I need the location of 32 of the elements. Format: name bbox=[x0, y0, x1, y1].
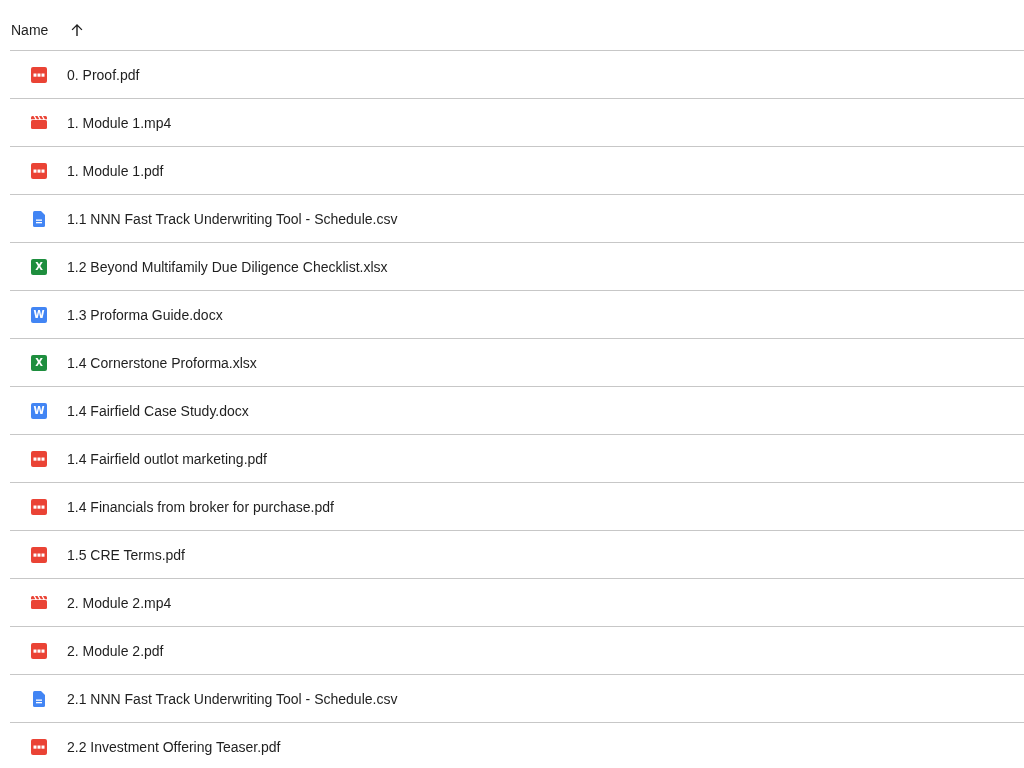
file-name[interactable]: 0. Proof.pdf bbox=[67, 65, 140, 84]
file-name[interactable]: 1.4 Fairfield Case Study.docx bbox=[67, 401, 249, 420]
spreadsheet-icon: X bbox=[31, 258, 47, 275]
document-icon bbox=[33, 210, 45, 227]
file-name[interactable]: 2.1 NNN Fast Track Underwriting Tool - Schedule.csv bbox=[67, 689, 398, 708]
file-name[interactable]: 1. Module 1.pdf bbox=[67, 161, 164, 180]
text-document-icon: W bbox=[31, 306, 47, 323]
file-name[interactable]: 1.2 Beyond Multifamily Due Diligence Checklist.xlsx bbox=[67, 257, 388, 276]
pdf-icon bbox=[31, 162, 47, 179]
file-name[interactable]: 1.1 NNN Fast Track Underwriting Tool - Schedule.csv bbox=[67, 209, 398, 228]
pdf-icon bbox=[31, 498, 47, 515]
file-name[interactable]: 2. Module 2.mp4 bbox=[67, 593, 172, 612]
file-name[interactable]: 2. Module 2.pdf bbox=[67, 641, 164, 660]
clapperboard-icon bbox=[31, 596, 47, 609]
file-name[interactable]: 1.3 Proforma Guide.docx bbox=[67, 305, 223, 324]
clapperboard-icon bbox=[31, 116, 47, 129]
spreadsheet-icon: X bbox=[31, 354, 47, 371]
column-header[interactable]: Name bbox=[11, 21, 49, 39]
pdf-icon bbox=[31, 738, 47, 755]
text-document-icon: W bbox=[31, 402, 47, 419]
file-name[interactable]: 1. Module 1.mp4 bbox=[67, 113, 172, 132]
file-name[interactable]: 1.4 Fairfield outlot marketing.pdf bbox=[67, 449, 267, 468]
pdf-icon bbox=[31, 546, 47, 563]
document-icon bbox=[33, 690, 45, 707]
file-name[interactable]: 1.4 Cornerstone Proforma.xlsx bbox=[67, 353, 257, 372]
pdf-icon bbox=[31, 642, 47, 659]
pdf-icon bbox=[31, 66, 47, 83]
file-name[interactable]: 2.2 Investment Offering Teaser.pdf bbox=[67, 737, 281, 756]
arrow-up-icon[interactable] bbox=[71, 24, 84, 36]
file-name[interactable]: 1.5 CRE Terms.pdf bbox=[67, 545, 185, 564]
pdf-icon bbox=[31, 450, 47, 467]
file-name[interactable]: 1.4 Financials from broker for purchase.pdf bbox=[67, 497, 334, 516]
